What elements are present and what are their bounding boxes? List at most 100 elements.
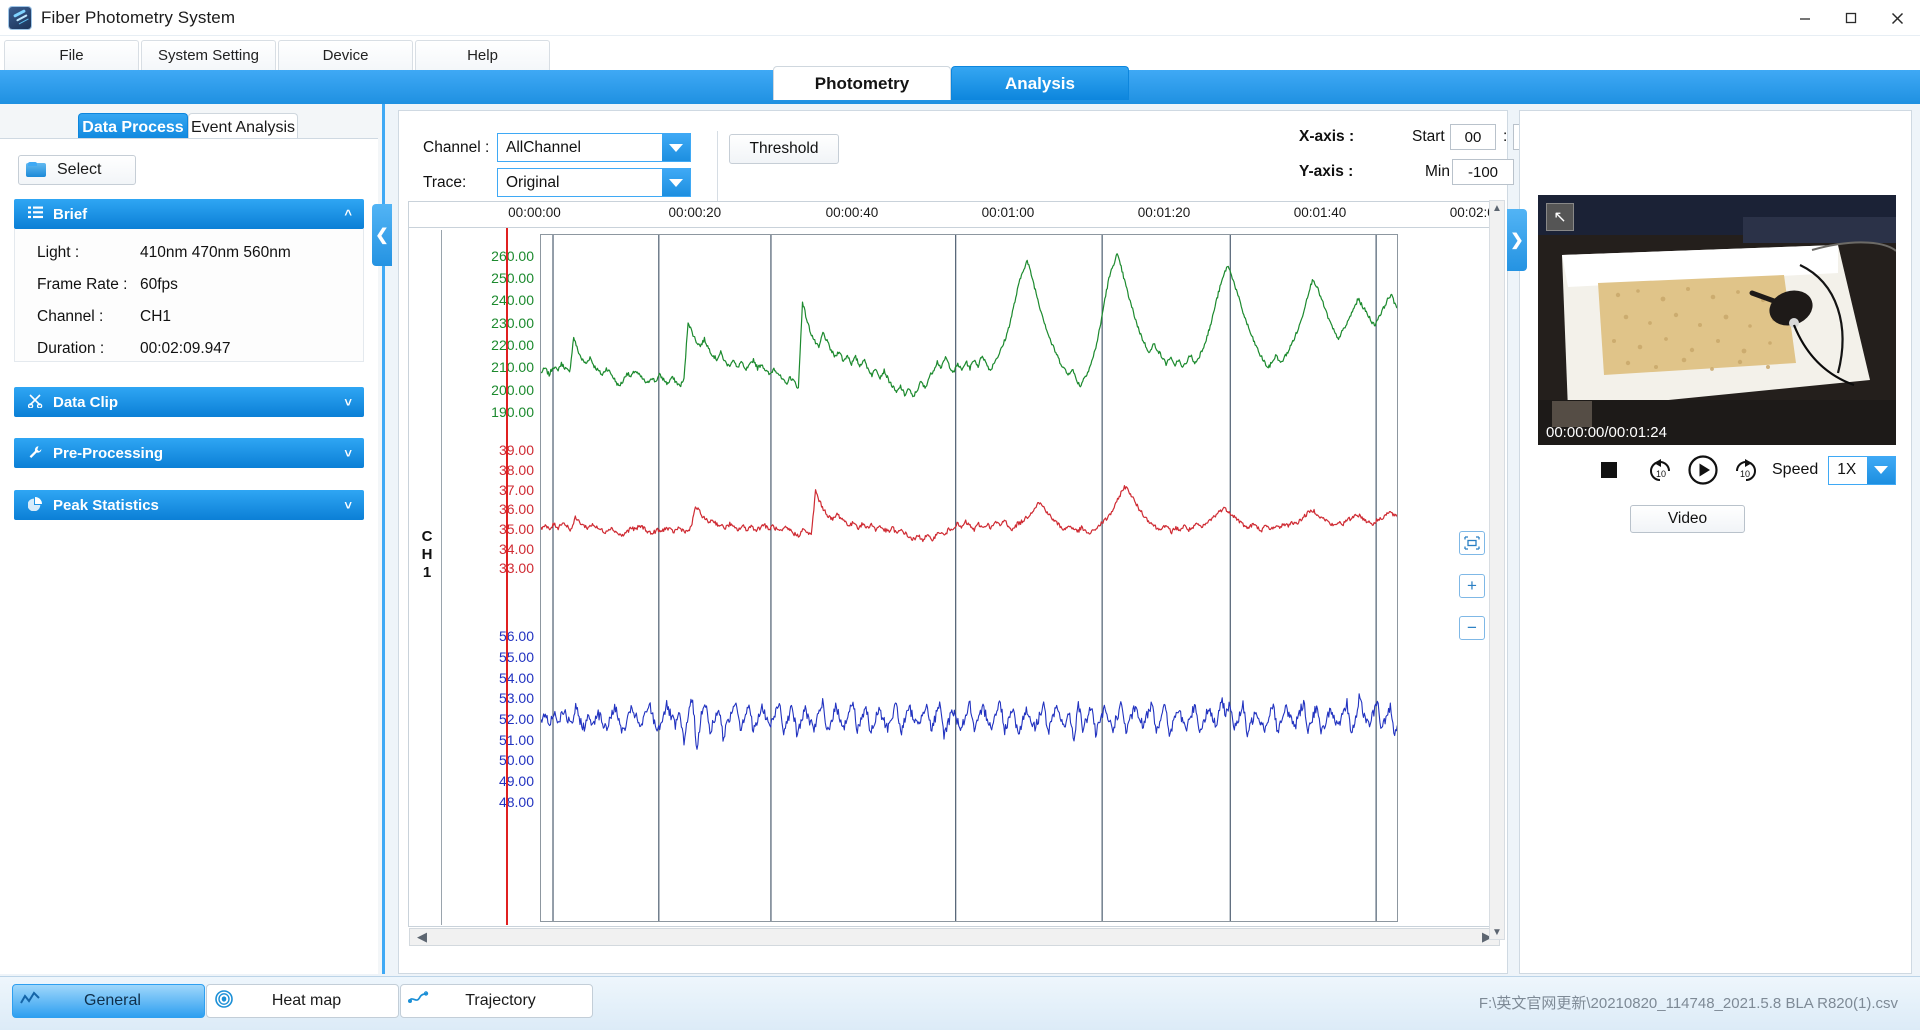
bottom-tab-heat-map[interactable]: Heat map (206, 984, 399, 1018)
pie-chart-icon (25, 496, 45, 514)
chart-series-line (541, 253, 1397, 398)
heatmap-icon (207, 989, 241, 1013)
chevron-up-icon[interactable]: ^ (344, 207, 352, 222)
chevron-down-icon[interactable]: ˅ (344, 395, 352, 410)
trace-select-value: Original (506, 173, 560, 191)
y-tick-label: 55.00 (498, 649, 534, 666)
sidebar-tab-event-analysis[interactable]: Event Analysis (188, 113, 298, 141)
y-tick-label: 54.00 (498, 669, 534, 686)
brief-value: 00:02:09.947 (140, 340, 231, 357)
bottom-tab-label: Heat map (271, 992, 342, 1009)
chart-channel-label: CH1 (421, 528, 433, 581)
trajectory-icon (401, 990, 435, 1012)
main-tab-bar: Photometry Analysis (773, 66, 1129, 100)
channel-select-value: AllChannel (506, 138, 581, 156)
y-tick-label: 260.00 (491, 247, 534, 264)
zoom-out-button[interactable]: − (1459, 616, 1485, 640)
start-label: Start (1412, 128, 1445, 145)
collapse-right-panel-button[interactable]: ❯ (1507, 209, 1527, 271)
brief-row: Frame Rate : 60fps (15, 269, 363, 301)
fit-to-screen-button[interactable] (1459, 531, 1485, 555)
menu-item-system-setting[interactable]: System Setting (141, 40, 276, 70)
chart-plot-frame[interactable]: CH1 260.00 250.00 240.00 230.00 220.00 210.00… (408, 227, 1501, 927)
section-brief: Brief ^ Light : 410nm 470nm 560nm Frame … (14, 199, 364, 362)
chart-container: 00:00:00 00:00:20 00:00:40 00:01:00 00:0… (408, 201, 1502, 946)
tab-photometry[interactable]: Photometry (773, 66, 951, 100)
chevron-left-icon[interactable]: ◀ (410, 929, 434, 945)
chevron-down-icon[interactable] (662, 134, 690, 161)
restore-arrow-icon[interactable]: ↖ (1546, 203, 1574, 231)
svg-text:10: 10 (1740, 469, 1750, 479)
brief-row: Channel : CH1 (15, 301, 363, 333)
channel-select[interactable]: AllChannel (497, 133, 691, 162)
close-icon[interactable] (1874, 0, 1920, 36)
brief-label: Light : (37, 244, 80, 261)
chart-horizontal-scrollbar[interactable]: ◀ ▶ (409, 928, 1500, 946)
sidebar-tab-bar: Data Process Event Analysis (0, 111, 385, 141)
status-file-path: F:\英文官网更新\20210820_114748_2021.5.8 BLA R… (1478, 995, 1898, 1012)
y-tick-label: 49.00 (498, 772, 534, 789)
trace-label: Trace: (423, 174, 467, 191)
bottom-tab-general[interactable]: General (12, 984, 205, 1018)
menu-item-help[interactable]: Help (415, 40, 550, 70)
bottom-tab-label: Trajectory (465, 992, 536, 1009)
tab-analysis[interactable]: Analysis (951, 66, 1129, 100)
time-separator: : (1503, 128, 1508, 145)
chart-plot-area[interactable] (540, 234, 1398, 922)
y-min-input[interactable]: -100 (1452, 159, 1514, 185)
trace-select[interactable]: Original (497, 168, 691, 197)
section-pre-processing-header[interactable]: Pre-Processing ˅ (14, 438, 364, 468)
x-tick-label: 00:00:20 (668, 205, 722, 220)
speed-select[interactable]: 1X (1828, 455, 1896, 485)
forward-10-icon[interactable]: 10 (1732, 458, 1758, 482)
section-peak-statistics-header[interactable]: Peak Statistics ˅ (14, 490, 364, 520)
play-icon[interactable] (1688, 455, 1718, 485)
brief-row: Light : 410nm 470nm 560nm (15, 237, 363, 269)
chevron-up-icon[interactable]: ▲ (1490, 201, 1504, 215)
menu-bar: File System Setting Device Help (0, 36, 1920, 70)
speed-select-value: 1X (1837, 461, 1857, 478)
section-data-clip-header[interactable]: Data Clip ˅ (14, 387, 364, 417)
rewind-10-icon[interactable]: 10 (1648, 458, 1674, 482)
chevron-down-icon[interactable] (662, 169, 690, 196)
bottom-tab-trajectory[interactable]: Trajectory (400, 984, 593, 1018)
chevron-down-icon[interactable] (1867, 456, 1895, 484)
scissors-icon (25, 393, 45, 411)
y-tick-label: 51.00 (498, 731, 534, 748)
section-pre-processing: Pre-Processing ˅ (14, 438, 364, 468)
brief-value: 410nm 470nm 560nm (140, 244, 291, 261)
chevron-down-icon[interactable]: ˅ (344, 446, 352, 461)
y-tick-label: 39.00 (498, 442, 534, 459)
speed-label: Speed (1772, 461, 1819, 478)
zoom-in-button[interactable]: + (1459, 574, 1485, 598)
svg-text:10: 10 (1656, 469, 1666, 479)
chevron-down-icon[interactable]: ▼ (1490, 925, 1504, 939)
center-panel: Channel : AllChannel Trace: Original Thr… (398, 110, 1508, 974)
chart-cursor-line[interactable] (506, 228, 508, 925)
maximize-icon[interactable] (1828, 0, 1874, 36)
stop-icon[interactable] (1600, 461, 1618, 479)
collapse-left-panel-button[interactable]: ❮ (372, 204, 392, 266)
chart-vertical-scrollbar[interactable]: ▲ ▼ (1489, 200, 1505, 940)
section-brief-header[interactable]: Brief ^ (14, 199, 364, 229)
menu-item-file[interactable]: File (4, 40, 139, 70)
select-file-button[interactable]: Select (18, 155, 136, 185)
section-peak-statistics-title: Peak Statistics (53, 496, 159, 514)
y-tick-label: 56.00 (498, 628, 534, 645)
section-data-clip-title: Data Clip (53, 393, 119, 411)
x-tick-label: 00:00:40 (825, 205, 879, 220)
video-button[interactable]: Video (1630, 505, 1745, 533)
start-hours-input[interactable]: 00 (1450, 124, 1496, 150)
sidebar-tab-data-process[interactable]: Data Process (78, 113, 188, 141)
x-tick-label: 00:00:00 (508, 205, 561, 220)
y-tick-label: 210.00 (491, 359, 534, 376)
left-panel: Data Process Event Analysis Select Brief… (0, 104, 385, 974)
video-preview[interactable]: ↖ 00:00:00/00:01:24 (1538, 195, 1896, 445)
chevron-down-icon[interactable]: ˅ (344, 498, 352, 513)
y-tick-label: 240.00 (491, 292, 534, 309)
threshold-button[interactable]: Threshold (729, 134, 839, 164)
minimize-icon[interactable] (1782, 0, 1828, 36)
y-tick-label: 190.00 (491, 404, 534, 421)
menu-item-device[interactable]: Device (278, 40, 413, 70)
sidebar-body: Select Brief ^ Light : 410nm 470nm 560nm… (0, 138, 378, 974)
